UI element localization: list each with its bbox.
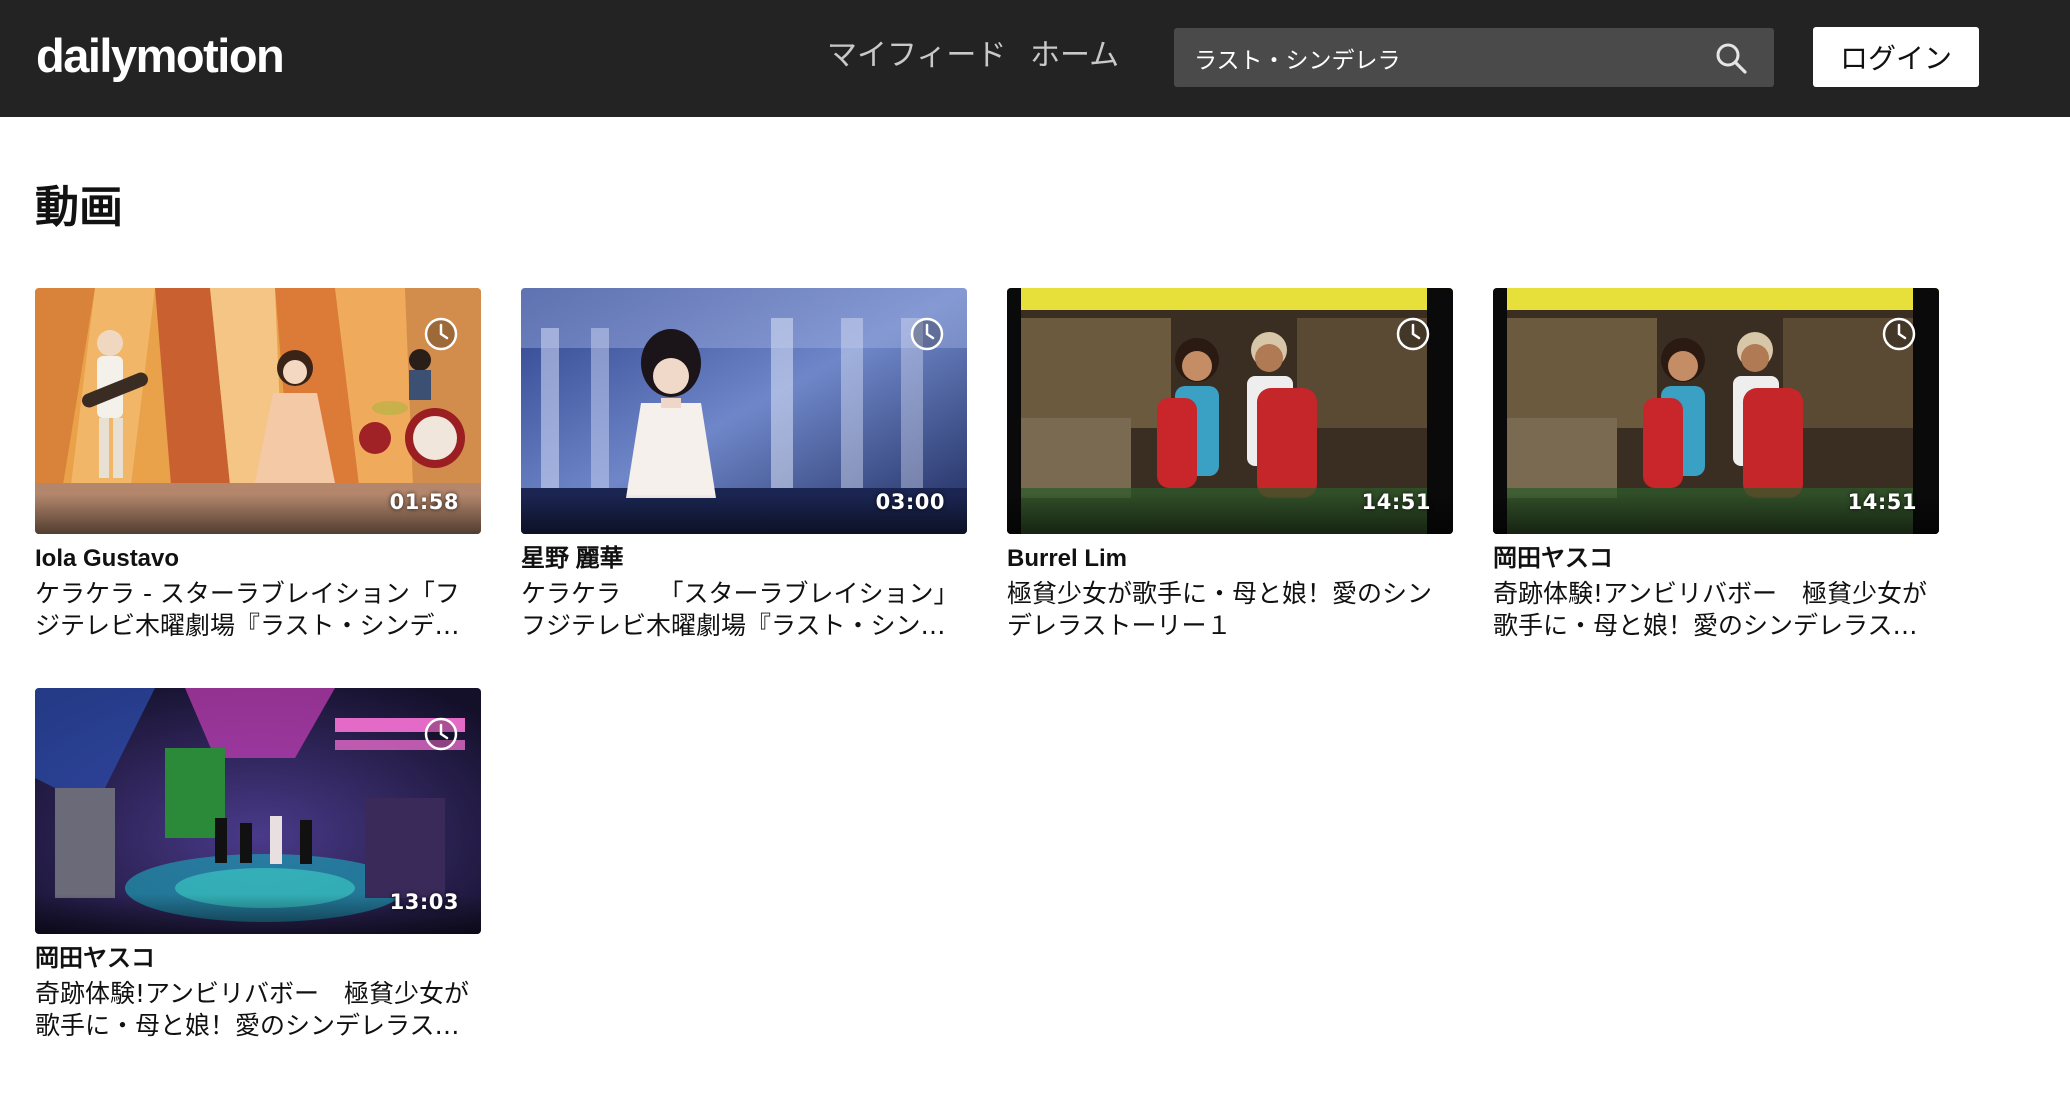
nav-home[interactable]: ホーム	[1030, 34, 1119, 78]
video-title[interactable]: 奇跡体験!アンビリバボー 極貧少女が歌手に・母と娘！愛のシンデレラストーリー	[1493, 578, 1933, 642]
video-card[interactable]: 03:00 星野 麗華 ケラケラ 「スターラブレイション」 フジテレビ木曜劇場『…	[521, 288, 967, 648]
video-thumbnail[interactable]: 03:00	[521, 288, 967, 534]
login-button[interactable]: ログイン	[1813, 27, 1979, 87]
video-duration: 01:58	[389, 490, 459, 514]
watch-later-icon[interactable]	[1395, 316, 1431, 352]
watch-later-icon[interactable]	[909, 316, 945, 352]
search-input[interactable]	[1174, 28, 1694, 87]
search-icon[interactable]	[1714, 41, 1748, 75]
video-title[interactable]: 奇跡体験!アンビリバボー 極貧少女が歌手に・母と娘！愛のシンデレラストーリー	[35, 978, 475, 1042]
section-title-videos: 動画	[35, 182, 123, 233]
video-duration: 14:51	[1847, 490, 1917, 514]
video-thumbnail[interactable]: 14:51	[1007, 288, 1453, 534]
video-card[interactable]: 14:51 Burrel Lim 極貧少女が歌手に・母と娘！愛のシンデレラストー…	[1007, 288, 1453, 648]
video-duration: 03:00	[875, 490, 945, 514]
video-duration: 14:51	[1361, 490, 1431, 514]
video-thumbnail[interactable]: 01:58	[35, 288, 481, 534]
video-thumbnail[interactable]: 14:51	[1493, 288, 1939, 534]
channel-name[interactable]: 星野 麗華	[521, 544, 624, 574]
video-title[interactable]: ケラケラ - スターラブレイション「フジテレビ木曜劇場『ラスト・シンデレラ』	[35, 578, 475, 642]
video-thumbnail[interactable]: 13:03	[35, 688, 481, 934]
watch-later-icon[interactable]	[1881, 316, 1917, 352]
channel-name[interactable]: Burrel Lim	[1007, 544, 1127, 574]
nav-my-feed[interactable]: マイフィード	[827, 34, 1006, 78]
watch-later-icon[interactable]	[423, 716, 459, 752]
video-card[interactable]: 13:03 岡田ヤスコ 奇跡体験!アンビリバボー 極貧少女が歌手に・母と娘！愛の…	[35, 688, 481, 1048]
channel-name[interactable]: 岡田ヤスコ	[35, 944, 155, 974]
video-title[interactable]: 極貧少女が歌手に・母と娘！愛のシンデレラストーリー１	[1007, 578, 1447, 642]
search-box	[1174, 28, 1774, 87]
video-duration: 13:03	[389, 890, 459, 914]
channel-name[interactable]: 岡田ヤスコ	[1493, 544, 1613, 574]
dailymotion-logo[interactable]: dailymotion	[36, 28, 285, 84]
watch-later-icon[interactable]	[423, 316, 459, 352]
video-card[interactable]: 01:58 Iola Gustavo ケラケラ - スターラブレイション「フジテ…	[35, 288, 481, 648]
video-title[interactable]: ケラケラ 「スターラブレイション」 フジテレビ木曜劇場『ラスト・シンデレラ』	[521, 578, 961, 642]
video-card[interactable]: 14:51 岡田ヤスコ 奇跡体験!アンビリバボー 極貧少女が歌手に・母と娘！愛の…	[1493, 288, 1939, 648]
top-header: dailymotion マイフィード ホーム ログイン	[0, 0, 2070, 117]
channel-name[interactable]: Iola Gustavo	[35, 544, 179, 574]
